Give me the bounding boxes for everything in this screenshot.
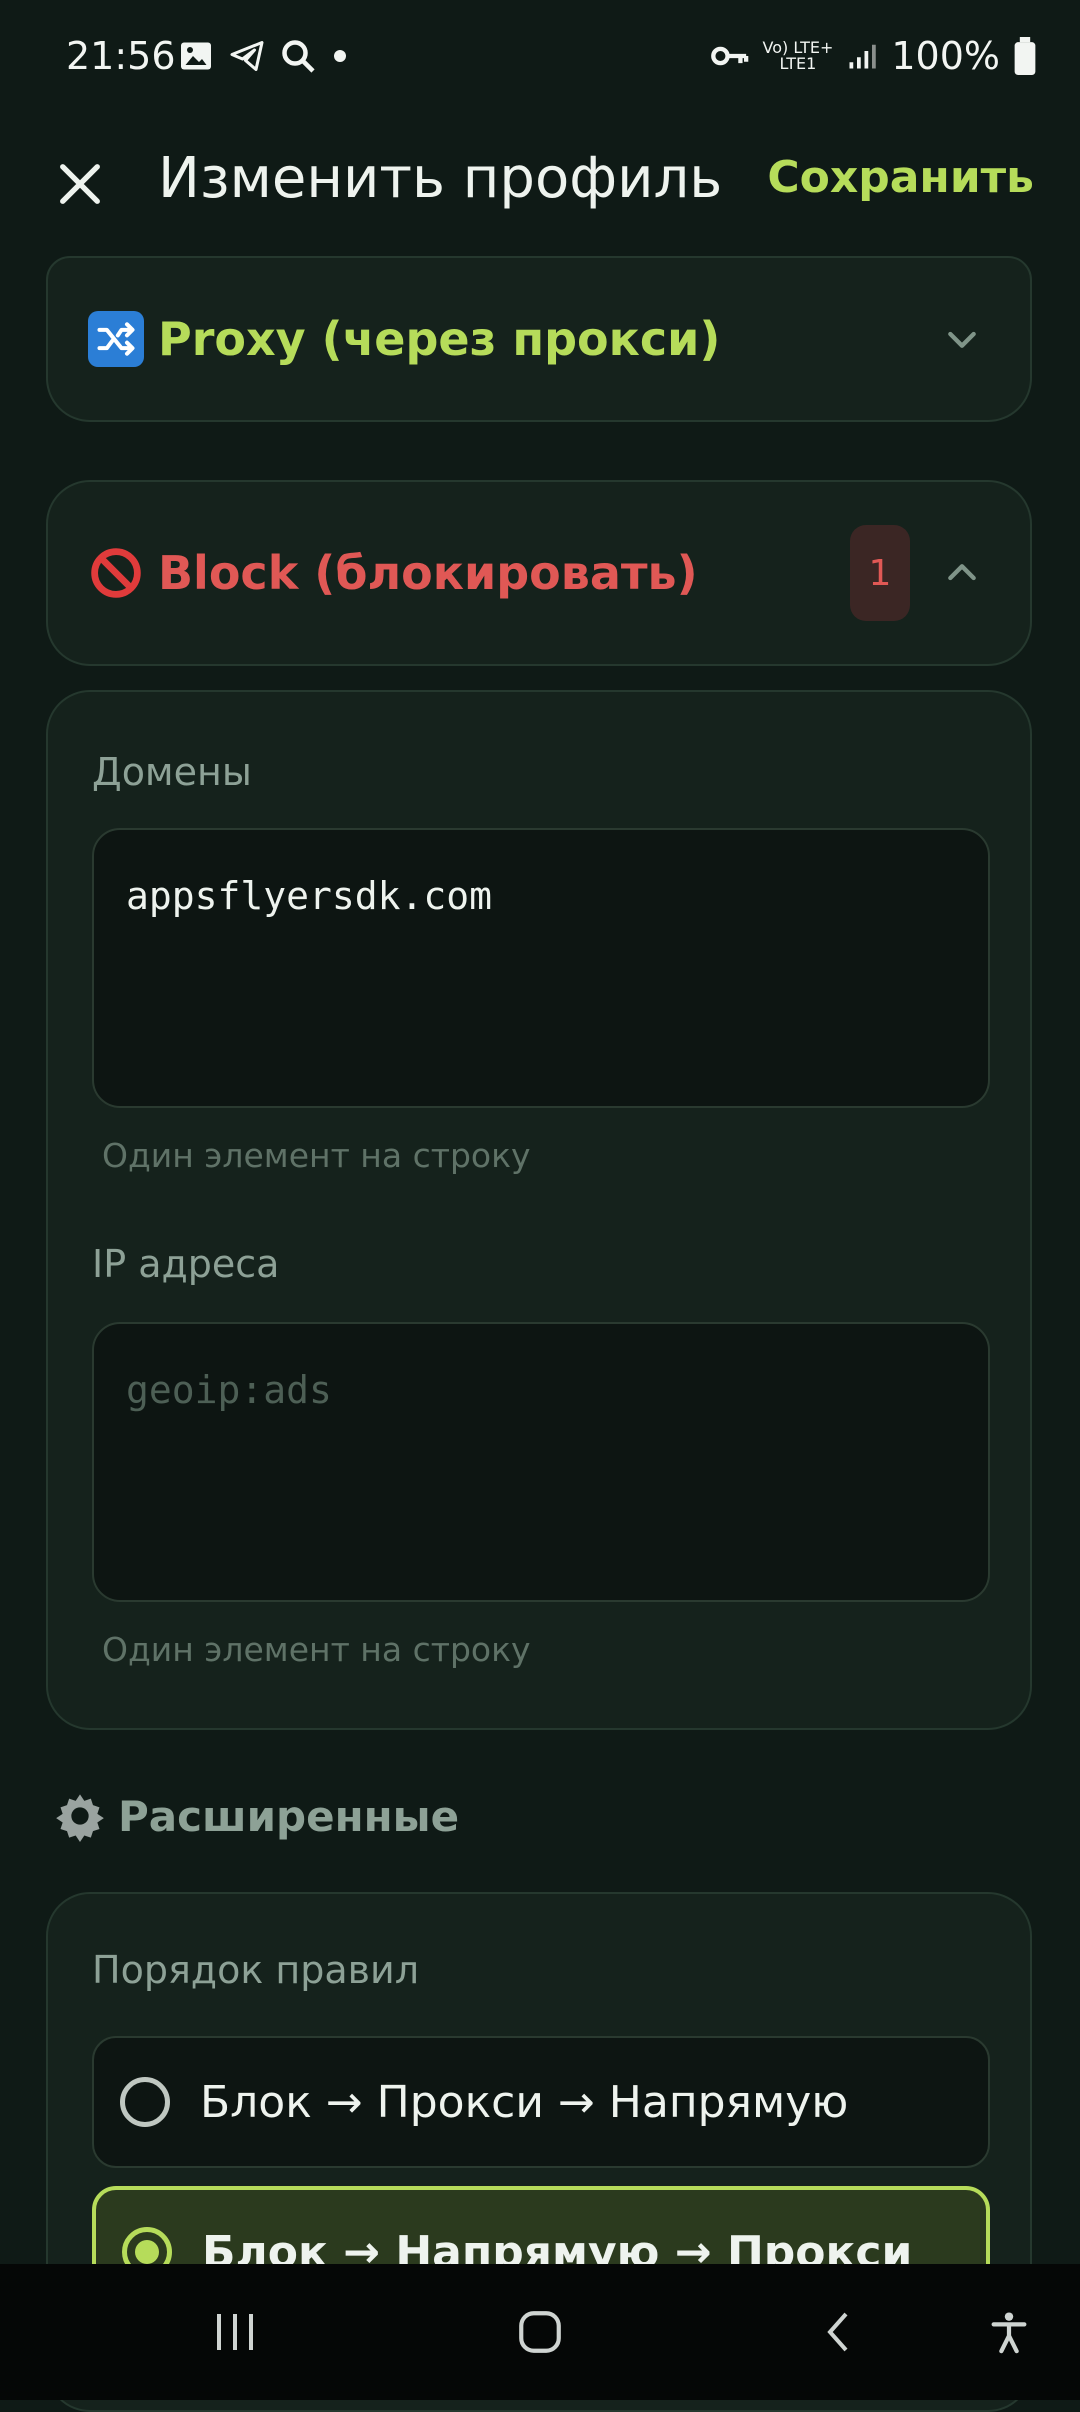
prohibited-icon: [88, 545, 144, 601]
system-navigation-bar: [0, 2264, 1080, 2400]
chevron-down-icon[interactable]: [934, 311, 990, 367]
proxy-section-header[interactable]: Proxy (через прокси): [46, 256, 1032, 422]
home-icon[interactable]: [505, 2302, 575, 2362]
rule-order-option-label: Блок → Прокси → Напрямую: [200, 2076, 849, 2128]
image-icon: [181, 42, 211, 70]
domains-label: Домены: [92, 750, 252, 794]
ip-field[interactable]: geoip:ads: [92, 1322, 990, 1602]
chevron-up-icon[interactable]: [934, 545, 990, 601]
search-icon: [282, 40, 315, 73]
battery-icon: [1014, 37, 1036, 75]
radio-unselected[interactable]: [120, 2077, 170, 2127]
accessibility-icon[interactable]: [978, 2302, 1040, 2362]
block-section-title: Block (блокировать): [158, 546, 698, 600]
back-icon[interactable]: [805, 2302, 875, 2362]
proxy-section-title: Proxy (через прокси): [158, 312, 721, 366]
status-notification-icons: [178, 38, 350, 74]
status-time: 21:56: [66, 34, 176, 78]
recent-apps-icon[interactable]: [200, 2302, 270, 2362]
top-app-bar: Изменить профиль Сохранить: [0, 118, 1080, 268]
block-count-badge: 1: [850, 525, 910, 621]
ip-label: IP адреса: [92, 1242, 280, 1286]
advanced-title-text: Расширенные: [118, 1791, 460, 1841]
shuffle-icon: [88, 311, 144, 367]
key-icon: [710, 46, 748, 66]
rule-order-label: Порядок правил: [92, 1948, 419, 1992]
domains-field[interactable]: appsflyersdk.com: [92, 828, 990, 1108]
domains-hint: Один элемент на строку: [102, 1136, 531, 1175]
telegram-icon: [230, 41, 264, 71]
block-section-body: Домены appsflyersdk.com Один элемент на …: [46, 690, 1032, 1730]
network-type: Vo) LTE+ LTE1: [762, 38, 834, 73]
block-section-header[interactable]: Block (блокировать) 1: [46, 480, 1032, 666]
rule-order-option-1[interactable]: Блок → Прокси → Напрямую: [92, 2036, 990, 2168]
save-button[interactable]: Сохранить: [767, 152, 1034, 203]
ip-hint: Один элемент на строку: [102, 1630, 531, 1669]
dot-icon: [334, 50, 346, 62]
signal-icon: [849, 44, 877, 69]
gear-icon: [56, 1794, 104, 1842]
close-icon: [60, 164, 100, 204]
battery-percent: 100%: [891, 34, 1000, 78]
advanced-section-title: Расширенные: [54, 1790, 459, 1842]
status-system-icons: Vo) LTE+ LTE1 100%: [709, 34, 1036, 78]
status-bar: 21:56 Vo) LTE+ LTE1 100%: [0, 0, 1080, 118]
close-button[interactable]: [48, 152, 112, 216]
page-title: Изменить профиль: [158, 146, 723, 211]
